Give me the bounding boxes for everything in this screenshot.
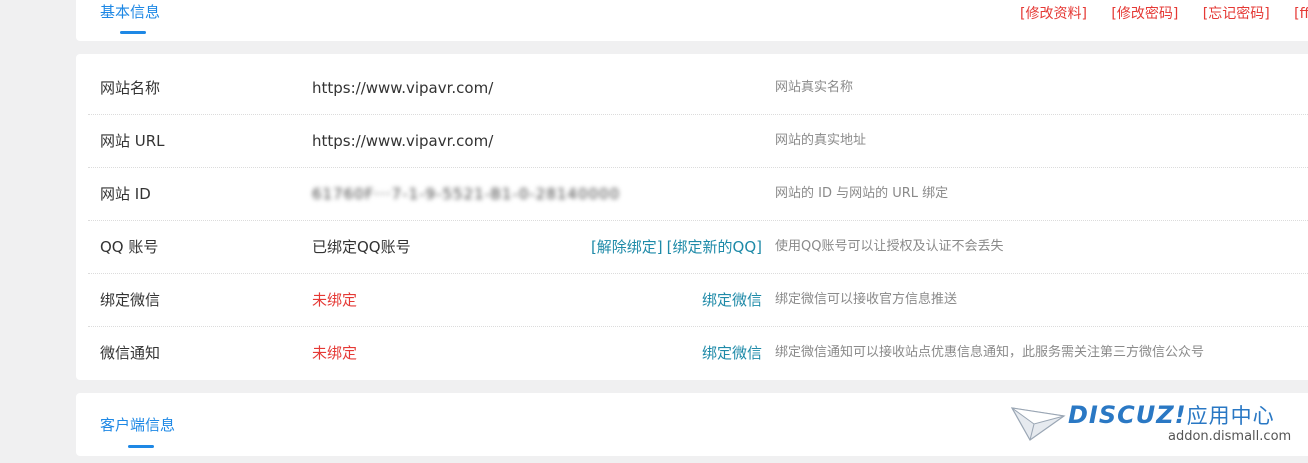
site-info-table: 网站名称 https://www.vipavr.com/ 网站真实名称 网站 U… <box>76 54 1308 380</box>
row-value: https://www.vipavr.com/ <box>312 79 494 97</box>
edit-profile-link[interactable]: [修改资料] <box>1020 6 1087 22</box>
bind-wechat-notify-link[interactable]: 绑定微信 <box>702 327 762 379</box>
row-description: 网站真实名称 <box>775 80 854 95</box>
table-row-bind-wechat: 绑定微信 未绑定 绑定微信 绑定微信可以接收官方信息推送 <box>88 274 1308 327</box>
row-description: 绑定微信可以接收官方信息推送 <box>775 292 958 307</box>
row-description: 网站的真实地址 <box>775 133 867 148</box>
watermark-url: addon.dismall.com <box>1168 429 1292 444</box>
row-value-blurred: 61760F···7-1-9-5521-B1-0-28140000 <box>312 185 621 203</box>
basic-info-header: 基本信息 [修改资料] [修改密码] [忘记密码] [ff <box>76 0 1308 41</box>
tab-active-indicator <box>120 31 146 34</box>
paper-plane-icon <box>1010 407 1066 441</box>
cut-off-link[interactable]: [ff <box>1294 6 1308 22</box>
unbind-qq-link[interactable]: [解除绑定] <box>591 238 663 256</box>
row-label: QQ 账号 <box>100 238 159 256</box>
row-label: 网站 URL <box>100 132 165 150</box>
table-row-site-name: 网站名称 https://www.vipavr.com/ 网站真实名称 <box>88 62 1308 115</box>
row-label: 绑定微信 <box>100 291 161 309</box>
tab-basic-info[interactable]: 基本信息 <box>100 1 160 22</box>
table-row-qq-account: QQ 账号 已绑定QQ账号 [解除绑定] [绑定新的QQ] 使用QQ账号可以让授权… <box>88 221 1308 274</box>
account-links: [修改资料] [修改密码] [忘记密码] [ff <box>1020 3 1308 23</box>
bind-wechat-link[interactable]: 绑定微信 <box>702 274 762 326</box>
row-label: 网站 ID <box>100 185 151 203</box>
table-row-wechat-notify: 微信通知 未绑定 绑定微信 绑定微信通知可以接收站点优惠信息通知，此服务需关注第… <box>88 327 1308 379</box>
table-row-site-url: 网站 URL https://www.vipavr.com/ 网站的真实地址 <box>88 115 1308 168</box>
bind-new-qq-link[interactable]: [绑定新的QQ] <box>667 238 762 256</box>
row-description: 网站的 ID 与网站的 URL 绑定 <box>775 186 949 201</box>
change-password-link[interactable]: [修改密码] <box>1111 6 1178 22</box>
tab-active-indicator <box>128 445 154 448</box>
row-description: 绑定微信通知可以接收站点优惠信息通知，此服务需关注第三方微信公众号 <box>775 345 1205 360</box>
status-unbound: 未绑定 <box>312 344 358 362</box>
row-label: 微信通知 <box>100 344 161 362</box>
status-unbound: 未绑定 <box>312 291 358 309</box>
row-value: 已绑定QQ账号 <box>312 238 411 256</box>
qq-actions: [解除绑定] [绑定新的QQ] <box>587 221 762 273</box>
discuz-watermark: DISCUZ!应用中心 addon.dismall.com <box>1010 396 1302 450</box>
watermark-brand: DISCUZ!应用中心 <box>1068 401 1275 429</box>
row-description: 使用QQ账号可以让授权及认证不会丢失 <box>775 239 1004 254</box>
tab-client-info[interactable]: 客户端信息 <box>100 414 175 435</box>
row-value: https://www.vipavr.com/ <box>312 132 494 150</box>
row-label: 网站名称 <box>100 79 161 97</box>
forgot-password-link[interactable]: [忘记密码] <box>1203 6 1270 22</box>
table-row-site-id: 网站 ID 61760F···7-1-9-5521-B1-0-28140000 … <box>88 168 1308 221</box>
